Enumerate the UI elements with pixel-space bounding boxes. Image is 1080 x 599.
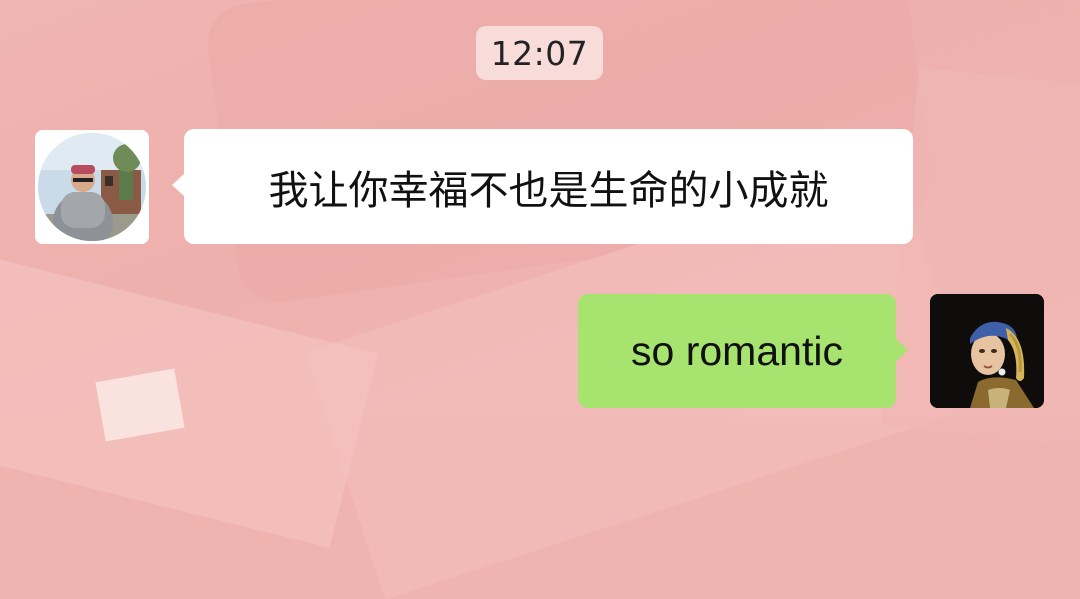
message-text: 我让你幸福不也是生命的小成就: [268, 167, 829, 214]
person-photo-avatar-icon: [35, 130, 149, 244]
message-text: so romantic: [631, 327, 843, 374]
incoming-message-bubble[interactable]: 我让你幸福不也是生命的小成就: [172, 129, 913, 244]
background-texture: [0, 252, 378, 548]
contact-avatar[interactable]: [35, 130, 149, 244]
message-timestamp: 12:07: [476, 26, 603, 80]
outgoing-message-bubble[interactable]: so romantic: [578, 294, 908, 408]
self-avatar[interactable]: [930, 294, 1044, 408]
girl-with-pearl-earring-icon: [930, 294, 1044, 408]
background-texture: [95, 368, 185, 442]
